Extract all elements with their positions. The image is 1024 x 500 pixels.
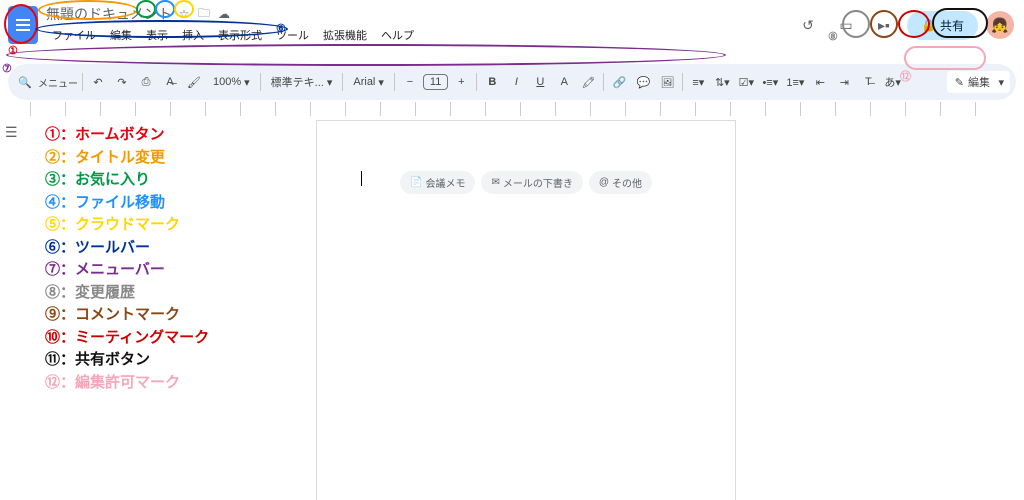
menu-tools[interactable]: ツール — [270, 24, 315, 46]
sep — [603, 73, 604, 91]
avatar[interactable]: 👧 — [986, 11, 1014, 39]
ime-button[interactable]: あ▾ — [881, 70, 904, 94]
history-icon[interactable]: ↺ — [793, 10, 823, 40]
align-button[interactable]: ≡▾ — [687, 70, 709, 94]
chip-other-label: その他 — [612, 175, 642, 190]
chip-mail[interactable]: ✉ メールの下書き — [481, 171, 582, 194]
print-button[interactable]: ⎙ — [135, 70, 157, 94]
number-list-button[interactable]: 1≡▾ — [783, 70, 807, 94]
link-button[interactable]: 🔗 — [608, 70, 630, 94]
comment-icon[interactable]: ▭ — [831, 10, 861, 40]
menu-insert[interactable]: 挿入 — [176, 24, 210, 46]
horizontal-ruler[interactable] — [20, 102, 1004, 116]
main: ☰ ①：ホームボタン ②：タイトル変更 ③：お気に入り ④：ファイル移動 ⑤：ク… — [0, 116, 1024, 500]
meet-icon[interactable]: ▸▪ — [869, 10, 899, 40]
left-sidebar: ☰ — [0, 116, 28, 500]
legend-3: ③：お気に入り — [45, 169, 209, 192]
legend-12: ⑫：編集許可マーク — [45, 372, 209, 395]
underline-button[interactable]: U — [529, 70, 551, 94]
decrease-indent-button[interactable]: ⇤ — [809, 70, 831, 94]
menu-help[interactable]: ヘルプ — [375, 24, 420, 46]
style-select[interactable]: 標準テキ... ▾ — [265, 74, 339, 90]
edit-mode-label: 編集 — [968, 74, 990, 90]
clear-format-button[interactable]: T̶ — [857, 70, 879, 94]
legend-10: ⑩：ミーティングマーク — [45, 327, 209, 350]
menubar: ファイル 編集 表示 挿入 表示形式 ツール 拡張機能 ヘルプ — [46, 24, 420, 46]
chip-meeting[interactable]: 📄会議メモ — [400, 171, 475, 194]
chip-mail-label: メールの下書き — [503, 175, 573, 190]
text-color-button[interactable]: A — [553, 70, 575, 94]
star-icon[interactable]: ☆ — [176, 6, 192, 22]
italic-button[interactable]: I — [505, 70, 527, 94]
docs-home-icon[interactable] — [8, 6, 38, 44]
share-label: 共有 — [940, 17, 964, 34]
font-size-input[interactable]: 11 — [423, 74, 448, 90]
checklist-button[interactable]: ☑▾ — [735, 70, 757, 94]
sep — [342, 73, 343, 91]
font-select[interactable]: Arial ▾ — [347, 76, 390, 89]
bold-button[interactable]: B — [481, 70, 503, 94]
pencil-icon: ✎ — [955, 76, 964, 89]
cloud-icon[interactable]: ☁ — [216, 6, 232, 22]
sep — [476, 73, 477, 91]
document-page[interactable]: 📄会議メモ ✉ メールの下書き @その他 — [316, 120, 736, 500]
spellcheck-button[interactable]: A̶ — [159, 70, 181, 94]
highlight-button[interactable]: 🖍 — [577, 70, 599, 94]
chevron-down-icon: ▾ — [998, 76, 1004, 89]
menu-extensions[interactable]: 拡張機能 — [317, 24, 373, 46]
share-button[interactable]: 🔒 共有 — [907, 11, 978, 40]
legend-11: ⑪：共有ボタン — [45, 349, 209, 372]
legend-5: ⑤：クラウドマーク — [45, 214, 209, 237]
legend-7: ⑦：メニューバー — [45, 259, 209, 282]
sep — [260, 73, 261, 91]
legend-8: ⑧：変更履歴 — [45, 282, 209, 305]
sep — [394, 73, 395, 91]
increase-indent-button[interactable]: ⇥ — [833, 70, 855, 94]
legend-6: ⑥：ツールバー — [45, 237, 209, 260]
decrease-font-button[interactable]: − — [399, 70, 421, 94]
chip-other[interactable]: @その他 — [589, 171, 652, 194]
bullet-list-button[interactable]: •≡▾ — [759, 70, 781, 94]
edit-mode-select[interactable]: ✎ 編集 ▾ — [947, 71, 1010, 93]
mail-icon: ✉ — [491, 177, 499, 188]
document-title[interactable]: 無題のドキュメント — [46, 4, 172, 24]
title-area: 無題のドキュメント ☆ 🗀 ☁ — [46, 4, 232, 24]
zoom-value: 100% — [213, 76, 241, 88]
chip-meeting-label: 会議メモ — [425, 175, 465, 190]
legend: ①：ホームボタン ②：タイトル変更 ③：お気に入り ④：ファイル移動 ⑤：クラウ… — [45, 124, 209, 394]
menu-view[interactable]: 表示 — [140, 24, 174, 46]
legend-1: ①：ホームボタン — [45, 124, 209, 147]
header: 無題のドキュメント ☆ 🗀 ☁ ファイル 編集 表示 挿入 表示形式 ツール 拡… — [0, 0, 1024, 64]
text-cursor — [361, 171, 362, 186]
right-header: ↺ ▭ ▸▪ 🔒 共有 👧 — [793, 10, 1014, 40]
zoom-select[interactable]: 100% ▾ — [207, 76, 256, 89]
increase-font-button[interactable]: + — [450, 70, 472, 94]
sep — [682, 73, 683, 91]
legend-4: ④：ファイル移動 — [45, 192, 209, 215]
menu-format[interactable]: 表示形式 — [212, 24, 268, 46]
suggestion-chips: 📄会議メモ ✉ メールの下書き @その他 — [355, 171, 697, 194]
doc-icon: 📄 — [410, 177, 422, 188]
legend-9: ⑨：コメントマーク — [45, 304, 209, 327]
search-menu-button[interactable]: 🔍 — [14, 70, 36, 94]
add-comment-button[interactable]: 💬 — [632, 70, 654, 94]
toolbar: 🔍 メニュー ↶ ↷ ⎙ A̶ 🖌 100% ▾ 標準テキ... ▾ Arial… — [8, 64, 1016, 100]
menu-label: メニュー — [38, 75, 78, 90]
redo-button[interactable]: ↷ — [111, 70, 133, 94]
move-icon[interactable]: 🗀 — [196, 6, 212, 22]
line-spacing-button[interactable]: ⇅▾ — [711, 70, 733, 94]
sep — [82, 73, 83, 91]
menu-edit[interactable]: 編集 — [104, 24, 138, 46]
paint-format-button[interactable]: 🖌 — [183, 70, 205, 94]
at-icon: @ — [599, 177, 609, 188]
menu-file[interactable]: ファイル — [46, 24, 102, 46]
undo-button[interactable]: ↶ — [87, 70, 109, 94]
outline-icon[interactable]: ☰ — [5, 124, 23, 142]
style-value: 標準テキ... — [271, 74, 324, 90]
insert-image-button[interactable]: 🖼 — [656, 70, 678, 94]
font-value: Arial — [353, 76, 375, 88]
legend-2: ②：タイトル変更 — [45, 147, 209, 170]
lock-icon: 🔒 — [921, 18, 936, 32]
